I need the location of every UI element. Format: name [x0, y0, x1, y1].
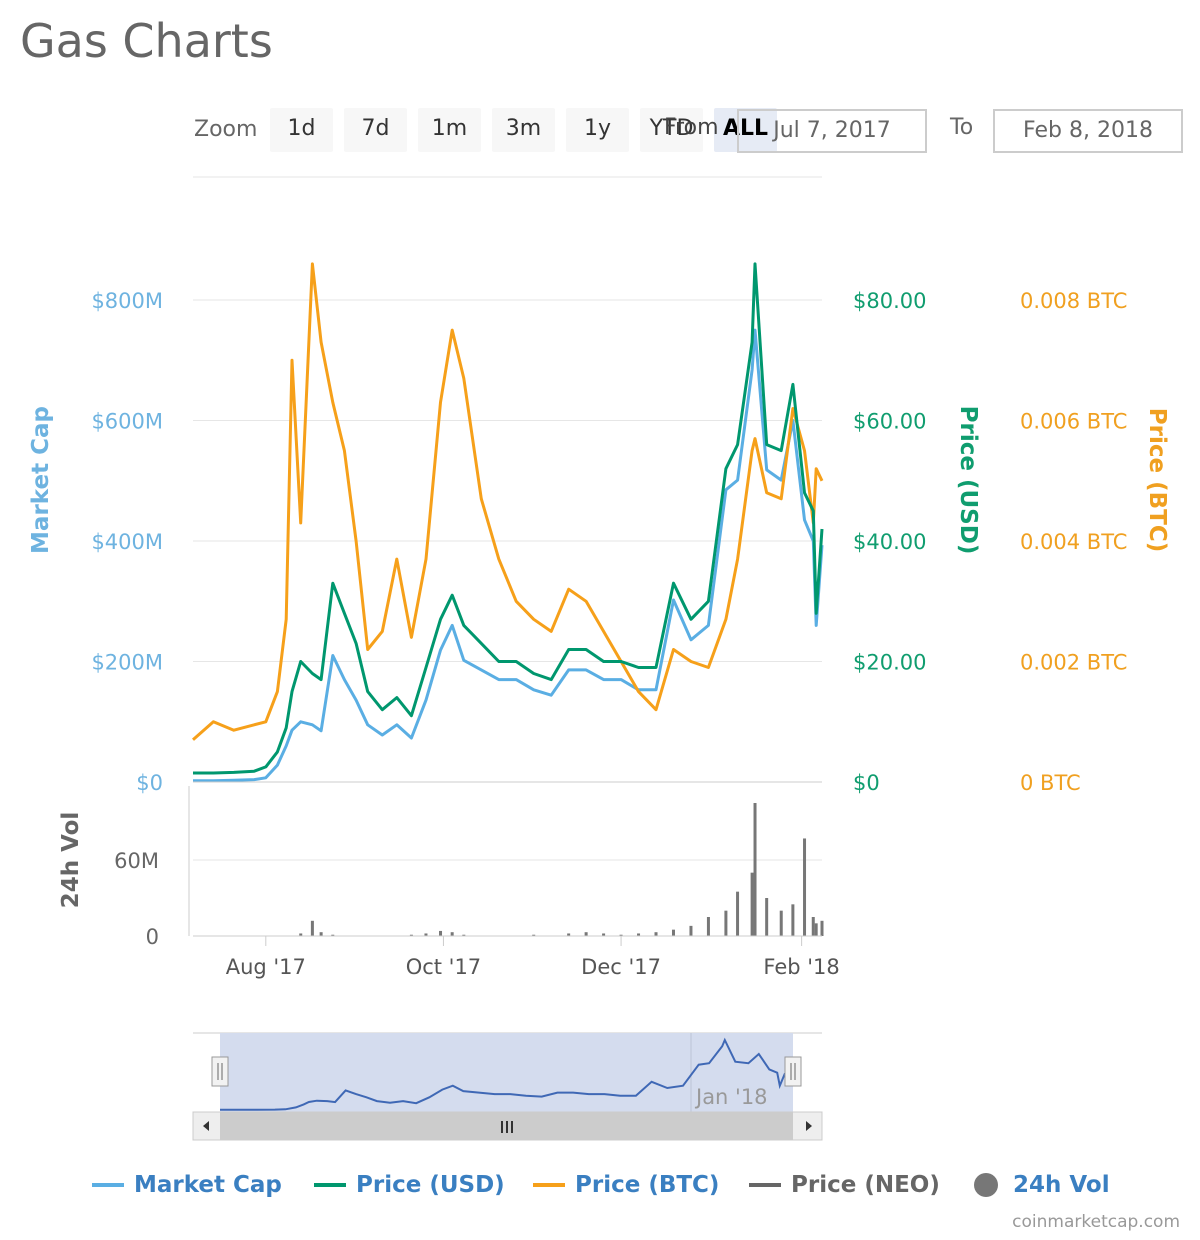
line-swatch-icon [92, 1183, 124, 1187]
volume-bar [820, 920, 824, 936]
usd-tick-label: $80.00 [853, 289, 926, 313]
btc-axis-title: Price (BTC) [1144, 408, 1170, 552]
volume-axis-title: 24h Vol [58, 812, 84, 909]
volume-bar [310, 920, 314, 936]
usd-tick-label: $60.00 [853, 410, 926, 434]
line-swatch-icon [749, 1183, 781, 1187]
market-cap-tick-label: $600M [91, 410, 163, 434]
market-cap-tick-label: $0 [136, 771, 163, 795]
volume-tick-label: 0 [146, 925, 159, 949]
legend-item-market-cap[interactable]: Market Cap [92, 1172, 282, 1198]
volume-bar [753, 803, 757, 936]
market-cap-axis-title: Market Cap [28, 406, 54, 554]
price-chart: $0 $0 0 BTC $200M $20.00 0.002 BTC $400M $40.00… [28, 176, 1170, 1141]
navigator-right-handle[interactable] [784, 1056, 802, 1087]
market-cap-tick-label: $200M [91, 651, 163, 675]
legend-item-24h-vol[interactable]: 24h Vol [974, 1172, 1110, 1198]
volume-bar [319, 932, 323, 936]
usd-axis-title: Price (USD) [955, 406, 981, 555]
legend-label: Market Cap [134, 1172, 282, 1198]
x-tick-label: Aug '17 [226, 955, 306, 979]
btc-tick-label: 0.004 BTC [1020, 530, 1127, 554]
volume-bar [814, 923, 818, 936]
market-cap-tick-label: $400M [91, 530, 163, 554]
volume-bar [765, 898, 769, 936]
navigator-left-handle[interactable] [211, 1056, 229, 1087]
volume-bar [439, 930, 443, 936]
volume-bar [706, 917, 710, 936]
legend-item-price-usd[interactable]: Price (USD) [314, 1172, 505, 1198]
legend-item-price-neo[interactable]: Price (NEO) [749, 1172, 940, 1198]
navigator: Jan '18 [192, 1032, 823, 1141]
volume-bar [803, 838, 807, 936]
usd-tick-label: $40.00 [853, 530, 926, 554]
volume-tick-label: 60M [114, 849, 159, 873]
usd-tick-label: $20.00 [853, 651, 926, 675]
volume-bar [450, 932, 454, 936]
legend-label: Price (NEO) [791, 1172, 940, 1198]
x-tick-label: Dec '17 [581, 955, 661, 979]
market-cap-tick-label: $800M [91, 289, 163, 313]
btc-tick-label: 0.008 BTC [1020, 289, 1127, 313]
volume-bar [654, 932, 658, 936]
legend-label: Price (USD) [356, 1172, 505, 1198]
volume-bar [811, 917, 815, 936]
legend-label: Price (BTC) [575, 1172, 720, 1198]
navigator-tick-label: Jan '18 [694, 1085, 768, 1109]
volume-bar [671, 929, 675, 936]
credit-link[interactable]: coinmarketcap.com [1012, 1212, 1180, 1232]
btc-tick-label: 0 BTC [1020, 771, 1081, 795]
btc-tick-label: 0.006 BTC [1020, 410, 1127, 434]
x-tick-label: Feb '18 [763, 955, 839, 979]
volume-bar [689, 925, 693, 936]
legend-label: 24h Vol [1013, 1172, 1110, 1198]
volume-bar [584, 932, 588, 936]
volume-bar [736, 891, 740, 936]
line-swatch-icon [533, 1183, 565, 1187]
volume-bar [724, 910, 728, 936]
series-line-price-btc [192, 262, 824, 741]
x-tick-label: Oct '17 [406, 955, 481, 979]
volume-bar [779, 910, 783, 936]
volume-bar [791, 904, 795, 936]
line-swatch-icon [314, 1183, 346, 1187]
usd-tick-label: $0 [853, 771, 880, 795]
legend-item-price-btc[interactable]: Price (BTC) [533, 1172, 719, 1198]
volume-bar [750, 872, 754, 936]
btc-tick-label: 0.002 BTC [1020, 651, 1127, 675]
circle-swatch-icon [974, 1173, 998, 1197]
